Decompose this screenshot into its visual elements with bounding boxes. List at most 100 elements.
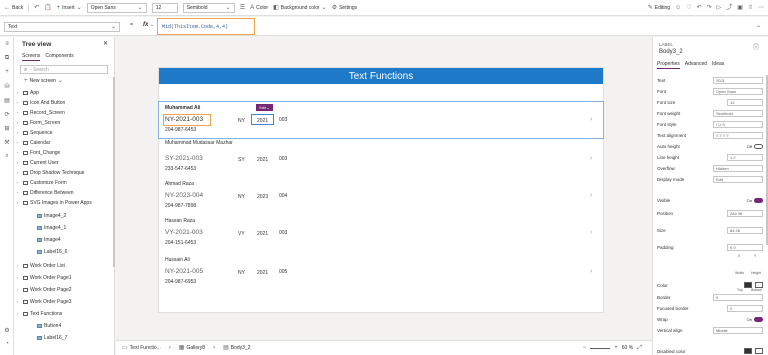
toggle-switch[interactable] [754, 197, 763, 203]
color-swatch[interactable] [744, 348, 752, 354]
hamburger-icon[interactable]: ≡ [3, 41, 11, 49]
chevron-down-icon[interactable]: ⌄ [150, 22, 154, 28]
undo-icon[interactable]: ↶ [34, 5, 39, 11]
formula-input[interactable]: Mid(ThisItem.Code,4,4) [157, 18, 255, 35]
chevron-right-icon[interactable]: › [17, 287, 21, 292]
property-value[interactable]: Middle [713, 326, 763, 334]
selected-label-outline[interactable] [251, 114, 274, 125]
tree-node[interactable]: Label16_6 [17, 247, 109, 256]
chevron-right-icon[interactable]: › [17, 120, 21, 125]
chevron-right-icon[interactable]: › [17, 110, 21, 115]
tree-node[interactable]: › Work Order List [17, 261, 109, 270]
tree-node[interactable]: › Current User [17, 158, 109, 167]
chevron-right-icon[interactable]: › [590, 229, 592, 236]
tree-node[interactable]: › Difference Between [17, 188, 109, 197]
play-icon[interactable]: ▷ [717, 5, 722, 11]
chevron-right-icon[interactable]: › [17, 150, 21, 155]
chevron-right-icon[interactable]: › [17, 90, 21, 95]
tree-node[interactable]: › Drop Shadow Technique [17, 168, 109, 177]
gallery-row[interactable]: Hassan Raza VY-2021-003 204-151-6453 VY 2021… [165, 218, 595, 252]
zoom-out-icon[interactable]: − [583, 345, 587, 351]
save-icon[interactable]: ▣ [737, 5, 743, 11]
crumb-label[interactable]: ▤ Body3_2 [223, 345, 250, 351]
insert-button[interactable]: + Insert ⌄ [57, 5, 82, 11]
property-dropdown[interactable]: Text ⌄ [4, 22, 120, 32]
crumb-gallery[interactable]: ▦ Gallery8 [179, 345, 205, 351]
edit-tag[interactable]: Edit ⌄ [256, 104, 273, 111]
tree-node[interactable]: Image4_2 [17, 211, 109, 220]
chevron-right-icon[interactable]: › [17, 170, 21, 175]
property-value[interactable]: Semibold [713, 109, 763, 117]
gallery-row[interactable]: Hussain Ali NY-2021-005 204-987-6953 NY 2021… [165, 257, 595, 291]
search-icon[interactable]: ⌕ [3, 153, 11, 161]
tree-node[interactable]: Image4_1 [17, 223, 109, 232]
zoom-slider[interactable] [590, 347, 611, 349]
settings-icon[interactable]: ⚙ [3, 327, 11, 335]
tree-node[interactable]: › Form_Screen [17, 118, 109, 127]
background-color-button[interactable]: ◧ Background color ⌄ [273, 5, 327, 11]
font-dropdown[interactable]: Open Sans ⌄ [86, 2, 147, 13]
chevron-right-icon[interactable]: › [590, 155, 592, 162]
font-size-input[interactable]: 12 [151, 2, 178, 13]
property-value[interactable]: / U S [713, 120, 763, 128]
property-value[interactable]: 284 36 [727, 209, 763, 217]
tree-node[interactable]: Image4 [17, 235, 109, 244]
chevron-right-icon[interactable]: › [17, 190, 21, 195]
user-icon[interactable]: ☺ [675, 5, 681, 11]
property-value[interactable]: 0 [727, 304, 763, 312]
toggle-switch[interactable] [754, 316, 763, 322]
clipboard-icon[interactable]: 📋 [44, 5, 51, 11]
close-icon[interactable]: ✕ [103, 40, 108, 47]
property-value[interactable]: 0 [713, 293, 763, 301]
color-swatch[interactable] [755, 348, 763, 354]
power-automate-icon[interactable]: ⟳ [3, 111, 11, 119]
tree-node[interactable]: › Record_Screen [17, 108, 109, 117]
property-value[interactable]: 12 [727, 98, 763, 106]
chevron-right-icon[interactable]: › [17, 140, 21, 145]
chevron-down-icon[interactable]: ⌄ [756, 22, 761, 29]
chevron-right-icon[interactable]: › [17, 263, 21, 268]
chevron-right-icon[interactable]: › [17, 311, 21, 316]
font-weight-dropdown[interactable]: Semibold ⌄ [182, 2, 235, 13]
new-screen-button[interactable]: + New screen ⌄ [24, 78, 63, 84]
tab-screens[interactable]: Screens [22, 53, 41, 61]
tree-node[interactable]: › Work Order Page3 [17, 297, 109, 306]
help-icon[interactable]: ⓘ [753, 42, 759, 51]
tab-properties[interactable]: Properties [657, 61, 680, 69]
stethoscope-icon[interactable]: ♡ [686, 5, 691, 11]
property-value[interactable]: 0 0 [727, 243, 763, 251]
toggle-switch[interactable] [754, 143, 763, 149]
tree-node[interactable]: Button4 [17, 321, 109, 330]
text-align-icon[interactable]: ☰ [240, 5, 245, 11]
advanced-tools-icon[interactable]: ⚒ [3, 139, 11, 147]
property-value[interactable]: 1.2 [727, 153, 763, 161]
chevron-right-icon[interactable]: › [590, 192, 592, 199]
gallery-row[interactable]: Ahmad Raza NY-2023-004 204-987-7898 NY 2023 0… [165, 181, 595, 215]
tab-components[interactable]: Components [45, 53, 73, 61]
property-value[interactable]: 2021 [713, 76, 763, 84]
chevron-right-icon[interactable]: › [17, 100, 21, 105]
chevron-right-icon[interactable]: › [17, 200, 21, 205]
crumb-screen[interactable]: ▭ Text Functio... [122, 345, 161, 351]
chevron-right-icon[interactable]: › [590, 268, 592, 275]
insert-icon[interactable]: + [3, 69, 11, 77]
tree-node[interactable]: › Text Functions [17, 309, 109, 318]
tab-ideas[interactable]: Ideas [712, 61, 724, 69]
tree-view-icon[interactable]: ⧉ [3, 55, 11, 63]
gallery-row[interactable]: Muhammad Mudassar Mazhar SY-2021-003 233-5… [165, 140, 595, 174]
chevron-right-icon[interactable]: › [17, 180, 21, 185]
share-icon[interactable]: ⤴ [726, 5, 732, 11]
editing-status[interactable]: ✎ Editing [648, 5, 670, 11]
tree-node[interactable]: › Work Order Page1 [17, 273, 109, 282]
variables-icon[interactable]: ⊞ [3, 125, 11, 133]
tree-node[interactable]: › Customize Form [17, 178, 109, 187]
publish-icon[interactable]: ⇧ [748, 5, 753, 11]
chevron-right-icon[interactable]: › [17, 130, 21, 135]
property-value[interactable]: Open Sans [713, 87, 763, 95]
tab-advanced[interactable]: Advanced [685, 61, 707, 69]
tree-node[interactable]: › SVG Images in Power Apps [17, 198, 109, 207]
back-button[interactable]: ← Back [4, 5, 23, 11]
chevron-right-icon[interactable]: › [17, 275, 21, 280]
tree-node[interactable]: › Font_Change [17, 148, 109, 157]
tree-node[interactable]: › Sequence [17, 128, 109, 137]
